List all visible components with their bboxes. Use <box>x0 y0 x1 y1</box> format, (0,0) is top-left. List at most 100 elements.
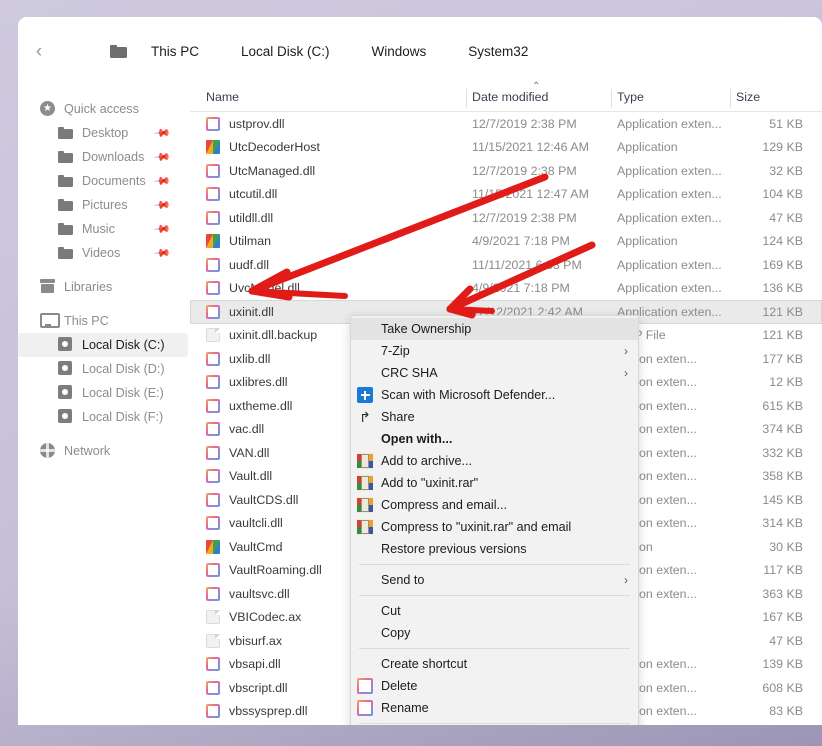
file-name-label: VaultRoaming.dll <box>229 563 322 578</box>
menu-item-open-with[interactable]: Open with... <box>351 428 638 450</box>
file-name-label: vbsapi.dll <box>229 657 281 672</box>
pin-icon[interactable]: 📌 <box>153 196 171 214</box>
table-row[interactable]: UtcManaged.dll 12/7/2019 2:38 PM Applicati… <box>190 159 822 183</box>
menu-item-copy[interactable]: Copy <box>351 622 638 644</box>
file-date-cell: 11/11/2021 6:33 PM <box>472 257 582 272</box>
menu-item-restore-previous-versions[interactable]: Restore previous versions <box>351 538 638 560</box>
table-row[interactable]: utcutil.dll 11/15/2021 12:47 AM Applicatio… <box>190 183 822 207</box>
sidebar-item-downloads[interactable]: Downloads 📌 <box>18 145 188 169</box>
dll-file-icon <box>206 375 220 389</box>
winrar-icon <box>357 497 373 513</box>
menu-item-rename[interactable]: Rename <box>351 697 638 719</box>
sidebar-item-local-disk-d[interactable]: Local Disk (D:) <box>18 357 188 381</box>
file-type-cell: Application <box>617 234 678 249</box>
menu-item-delete[interactable]: Delete <box>351 675 638 697</box>
dll-file-icon <box>357 700 373 716</box>
column-header-name[interactable]: Name <box>206 90 239 104</box>
menu-item-add-to-archive[interactable]: Add to archive... <box>351 450 638 472</box>
pin-icon[interactable]: 📌 <box>153 148 171 166</box>
menu-item-label: Add to "uxinit.rar" <box>381 476 479 490</box>
address-bar: ‹ This PC Local Disk (C:) Windows System32 <box>18 17 822 85</box>
breadcrumb-item[interactable]: Local Disk (C:) <box>239 41 332 62</box>
pin-icon[interactable]: 📌 <box>153 172 171 190</box>
sidebar-item-desktop[interactable]: Desktop 📌 <box>18 121 188 145</box>
sidebar-item-libraries[interactable]: Libraries <box>18 275 188 299</box>
file-name-cell: uxlib.dll <box>206 352 270 366</box>
sidebar-item-label: Local Disk (D:) <box>82 362 165 376</box>
column-header-size[interactable]: Size <box>736 90 760 104</box>
pin-icon[interactable]: 📌 <box>153 244 171 262</box>
column-header-date-modified[interactable]: Date modified <box>472 90 548 104</box>
menu-item-crc-sha[interactable]: CRC SHA › <box>351 362 638 384</box>
sidebar-item-label: Network <box>64 444 111 458</box>
sidebar-item-quick-access[interactable]: ★ Quick access <box>18 97 188 121</box>
menu-item-compress-to-uxinit-rar-and-email[interactable]: Compress to "uxinit.rar" and email <box>351 516 638 538</box>
menu-item-label: Scan with Microsoft Defender... <box>381 388 556 402</box>
column-divider[interactable] <box>730 89 731 108</box>
table-row[interactable]: UtcDecoderHost 11/15/2021 12:46 AM Applica… <box>190 136 822 160</box>
menu-item-label: Add to archive... <box>381 454 473 468</box>
breadcrumb-item[interactable]: Windows <box>370 41 429 62</box>
file-name-cell: UtcDecoderHost <box>206 140 320 155</box>
sidebar-item-local-disk-c[interactable]: Local Disk (C:) <box>18 333 188 357</box>
table-row[interactable]: uudf.dll 11/11/2021 6:33 PM Application ex… <box>190 253 822 277</box>
dll-file-icon <box>206 493 220 507</box>
back-button[interactable]: ‹ <box>22 34 56 68</box>
menu-item-take-ownership[interactable]: Take Ownership <box>351 318 638 340</box>
file-size-cell: 47 KB <box>769 633 803 648</box>
sidebar-item-local-disk-f[interactable]: Local Disk (F:) <box>18 405 188 429</box>
sidebar-item-videos[interactable]: Videos 📌 <box>18 241 188 265</box>
menu-item-compress-and-email[interactable]: Compress and email... <box>351 494 638 516</box>
navigation-sidebar[interactable]: ★ Quick access Desktop 📌 Downloads 📌 Documents… <box>18 85 190 725</box>
sidebar-item-local-disk-e[interactable]: Local Disk (E:) <box>18 381 188 405</box>
file-name-cell: vac.dll <box>206 422 264 436</box>
context-menu[interactable]: Take Ownership 7-Zip › CRC SHA › Scan with Mi… <box>350 315 639 725</box>
file-name-cell: VAN.dll <box>206 446 269 460</box>
table-row[interactable]: utildll.dll 12/7/2019 2:38 PM Application … <box>190 206 822 230</box>
pin-icon[interactable]: 📌 <box>153 220 171 238</box>
menu-item-cut[interactable]: Cut <box>351 600 638 622</box>
sidebar-item-label: Libraries <box>64 280 113 294</box>
menu-item-create-shortcut[interactable]: Create shortcut <box>351 653 638 675</box>
file-name-label: vbisurf.ax <box>229 633 283 648</box>
breadcrumb-item[interactable]: System32 <box>466 41 530 62</box>
dll-file-icon <box>206 704 220 718</box>
file-name-cell: uxlibres.dll <box>206 375 288 389</box>
menu-item-scan-with-microsoft-defender[interactable]: Scan with Microsoft Defender... <box>351 384 638 406</box>
sidebar-item-documents[interactable]: Documents 📌 <box>18 169 188 193</box>
file-size-cell: 167 KB <box>762 610 803 625</box>
menu-item-share[interactable]: ↱ Share <box>351 406 638 428</box>
menu-item-add-to-uxinit-rar[interactable]: Add to "uxinit.rar" <box>351 472 638 494</box>
file-name-cell: UvcModel.dll <box>206 281 300 295</box>
sidebar-item-this-pc[interactable]: This PC <box>18 309 188 333</box>
folder-icon <box>58 245 74 261</box>
column-divider[interactable] <box>611 89 612 108</box>
sidebar-item-label: Local Disk (E:) <box>82 386 164 400</box>
table-row[interactable]: ustprov.dll 12/7/2019 2:38 PM Application … <box>190 112 822 136</box>
breadcrumb-item[interactable]: This PC <box>149 41 201 62</box>
file-size-cell: 51 KB <box>769 116 803 131</box>
menu-item-send-to[interactable]: Send to › <box>351 569 638 591</box>
chevron-right-icon: › <box>624 366 628 380</box>
table-row[interactable]: Utilman 4/9/2021 7:18 PM Application 124 KB <box>190 230 822 254</box>
application-icon <box>206 234 220 249</box>
sidebar-item-music[interactable]: Music 📌 <box>18 217 188 241</box>
dll-file-icon <box>206 657 220 671</box>
column-header-type[interactable]: Type <box>617 90 644 104</box>
menu-separator <box>359 648 630 649</box>
table-row[interactable]: UvcModel.dll 4/9/2021 7:18 PM Application … <box>190 277 822 301</box>
pin-icon[interactable]: 📌 <box>153 124 171 142</box>
file-name-label: VaultCDS.dll <box>229 492 299 507</box>
menu-item-label: Share <box>381 410 415 424</box>
column-divider[interactable] <box>466 89 467 108</box>
menu-item-label: Rename <box>381 701 429 715</box>
dll-file-icon <box>206 187 220 201</box>
menu-item-7-zip[interactable]: 7-Zip › <box>351 340 638 362</box>
chevron-right-icon: › <box>624 573 628 587</box>
sidebar-item-pictures[interactable]: Pictures 📌 <box>18 193 188 217</box>
sidebar-item-network[interactable]: Network <box>18 439 188 463</box>
menu-item-label: Create shortcut <box>381 657 468 671</box>
file-size-cell: 121 KB <box>762 328 803 343</box>
